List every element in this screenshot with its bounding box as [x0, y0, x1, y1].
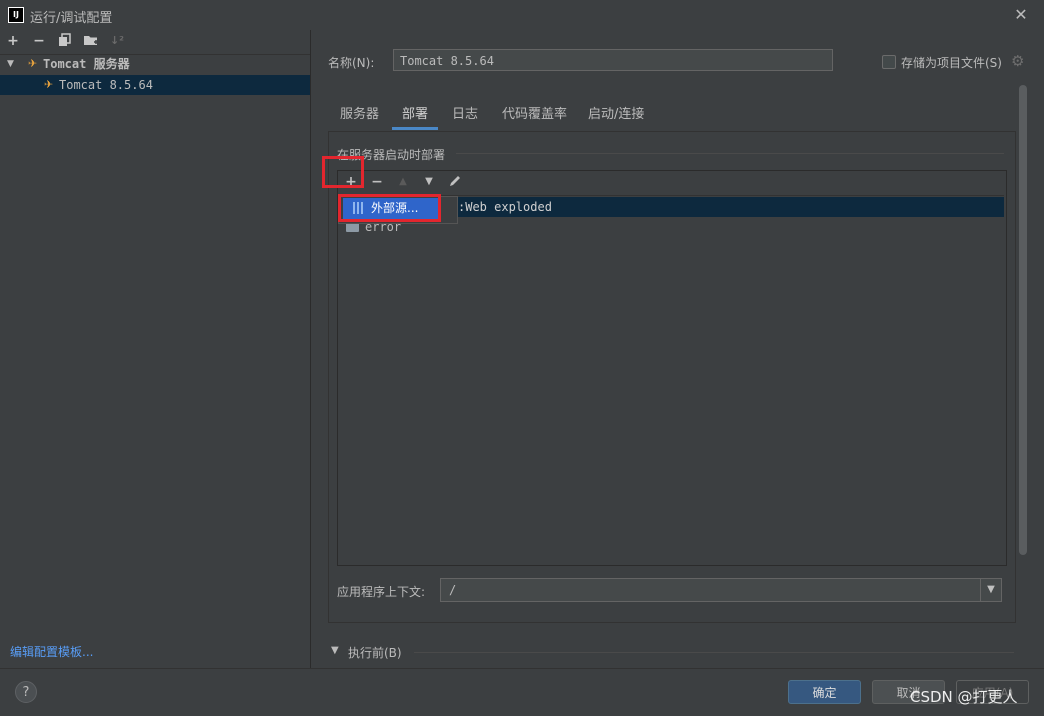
ok-button[interactable]: 确定	[788, 680, 861, 704]
chevron-down-icon[interactable]: ▼	[7, 54, 14, 74]
list-item-label: :Web exploded	[458, 200, 552, 214]
highlight-box-add	[322, 156, 364, 188]
context-input[interactable]: /	[440, 578, 982, 602]
window-title: 运行/调试配置	[30, 11, 113, 26]
add-icon[interactable]: +	[5, 33, 21, 49]
move-up-icon[interactable]: ▲	[395, 174, 411, 190]
watermark: CSDN @打更人	[910, 688, 1018, 706]
chevron-down-icon[interactable]: ▼	[980, 578, 1002, 602]
name-label: 名称(N):	[328, 56, 375, 70]
config-tree	[0, 54, 310, 655]
remove-icon[interactable]: −	[31, 33, 47, 49]
sort-icon[interactable]: ↓²	[109, 33, 125, 49]
tab-logs[interactable]: 日志	[442, 100, 488, 130]
before-launch-label[interactable]: 执行前(B)	[348, 644, 402, 661]
section-divider	[414, 652, 1014, 653]
gear-icon[interactable]: ⚙	[1011, 52, 1024, 70]
folder-icon[interactable]	[83, 33, 99, 49]
tab-deployment[interactable]: 部署	[392, 100, 439, 130]
tab-bar: 服务器 部署 日志 代码覆盖率 启动/连接	[330, 100, 1010, 130]
deploy-toolbar	[338, 171, 1004, 196]
panel-divider[interactable]	[310, 30, 311, 670]
tab-startup-connection[interactable]: 启动/连接	[578, 100, 654, 130]
folder-icon	[346, 223, 359, 232]
context-label: 应用程序上下文:	[337, 585, 426, 599]
remove-icon[interactable]: −	[369, 174, 385, 190]
tab-server[interactable]: 服务器	[330, 100, 389, 130]
store-as-project-label[interactable]: 存储为项目文件(S)	[901, 54, 1002, 71]
edit-templates-link[interactable]: 编辑配置模板...	[10, 643, 93, 660]
title-bar	[0, 0, 1044, 30]
deploy-list	[337, 170, 1007, 566]
chevron-down-icon[interactable]: ▼	[331, 645, 339, 656]
app-logo-icon: IJ	[8, 7, 24, 23]
edit-pencil-icon[interactable]	[447, 174, 463, 190]
tree-group-tomcat[interactable]: ▼ ✈ Tomcat 服务器	[0, 54, 310, 74]
tab-coverage[interactable]: 代码覆盖率	[492, 100, 577, 130]
scrollbar[interactable]	[1019, 85, 1027, 555]
tomcat-icon: ✈	[44, 78, 54, 91]
highlight-box-external-source	[338, 194, 441, 222]
copy-icon[interactable]	[57, 33, 73, 49]
tree-group-label: Tomcat 服务器	[43, 57, 130, 71]
move-down-icon[interactable]: ▼	[421, 174, 437, 190]
tree-item-tomcat[interactable]: ✈ Tomcat 8.5.64	[0, 75, 310, 95]
close-icon[interactable]: ✕	[1012, 6, 1030, 24]
store-as-project-checkbox[interactable]	[882, 55, 896, 69]
section-divider	[456, 153, 1004, 154]
help-button[interactable]: ?	[15, 681, 37, 703]
tomcat-icon: ✈	[28, 57, 38, 70]
tree-item-label: Tomcat 8.5.64	[59, 78, 153, 92]
name-input[interactable]: Tomcat 8.5.64	[393, 49, 833, 71]
